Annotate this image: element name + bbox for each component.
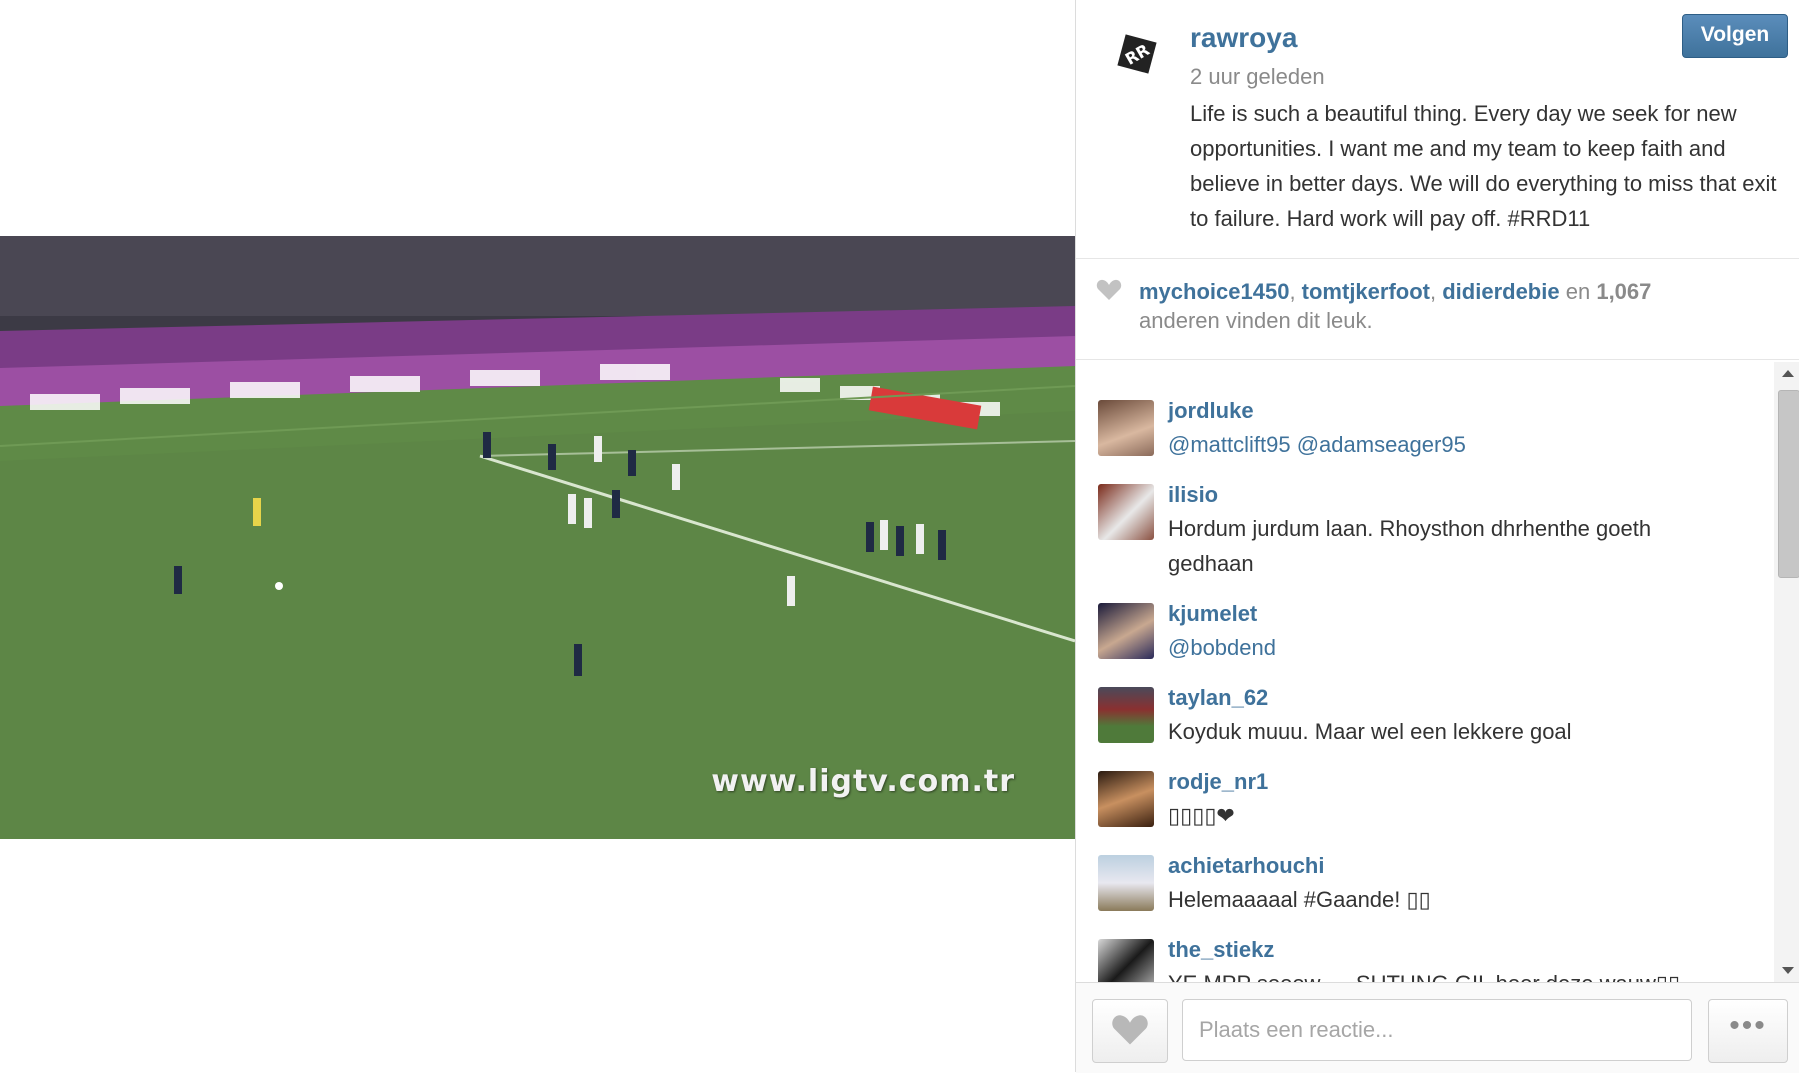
avatar[interactable]: [1098, 855, 1154, 911]
comment-text: YE MPP sooow..... SUTUNG GIL hoor deze w…: [1168, 966, 1728, 982]
comment-username[interactable]: ilisio: [1168, 482, 1218, 508]
post-caption: Life is such a beautiful thing. Every da…: [1190, 101, 1777, 231]
comment-text: Helemaaaaal #Gaande! ▯▯: [1168, 887, 1431, 912]
liker-link[interactable]: didierdebie: [1442, 279, 1559, 304]
avatar[interactable]: [1098, 603, 1154, 659]
comment-text: Hordum jurdum laan. Rhoysthon dhrhenthe …: [1168, 516, 1652, 576]
avatar[interactable]: [1098, 400, 1154, 456]
likes-suffix: anderen vinden dit leuk.: [1139, 308, 1373, 333]
scroll-up-arrow-icon[interactable]: [1782, 370, 1794, 377]
comment-mention[interactable]: @mattclift95 @adamseager95: [1168, 432, 1466, 457]
comment-text: ▯▯▯▯❤: [1168, 803, 1235, 828]
likes-connector: en: [1565, 279, 1591, 304]
comment-list: jordluke @mattclift95 @adamseager95 ilis…: [1076, 360, 1776, 982]
video-frame: [0, 236, 1075, 839]
follow-button[interactable]: Volgen: [1682, 14, 1788, 58]
more-options-icon: •••: [1729, 1009, 1767, 1042]
likes-text: mychoice1450, tomtjkerfoot, didierdebie …: [1139, 279, 1652, 333]
comment-text: @bobdend: [1168, 630, 1728, 665]
liker-link[interactable]: tomtjkerfoot: [1302, 279, 1430, 304]
comment-mention[interactable]: @bobdend: [1168, 635, 1276, 660]
comment-username[interactable]: kjumelet: [1168, 601, 1257, 627]
liker-link[interactable]: mychoice1450: [1139, 279, 1289, 304]
post-timestamp: 2 uur geleden: [1190, 64, 1325, 89]
brand-logo-icon: RR: [1117, 34, 1157, 74]
scroll-thumb[interactable]: [1778, 390, 1799, 578]
avatar[interactable]: [1098, 484, 1154, 540]
heart-icon: [1096, 279, 1122, 300]
likes-count[interactable]: 1,067: [1596, 279, 1651, 304]
video-player[interactable]: www.ligtv.com.tr: [0, 236, 1075, 839]
avatar[interactable]: [1098, 687, 1154, 743]
avatar[interactable]: [1098, 939, 1154, 982]
comment-username[interactable]: achietarhouchi: [1168, 853, 1324, 879]
comment-username[interactable]: rodje_nr1: [1168, 769, 1268, 795]
comment-username[interactable]: jordluke: [1168, 398, 1254, 424]
post-username[interactable]: rawroya: [1190, 22, 1297, 54]
video-watermark: www.ligtv.com.tr: [711, 764, 1015, 799]
post-header: RR rawroya 2 uur geleden Life is such a …: [1076, 0, 1799, 259]
heart-icon: [1112, 1015, 1148, 1045]
comment-text: @mattclift95 @adamseager95: [1168, 427, 1728, 462]
likes-summary: mychoice1450, tomtjkerfoot, didierdebie …: [1076, 259, 1799, 360]
avatar[interactable]: RR: [1107, 24, 1167, 84]
more-options-button[interactable]: •••: [1708, 999, 1788, 1063]
comments-scrollbar[interactable]: [1774, 362, 1799, 982]
comment-text: Koyduk muuu. Maar wel een lekkere goal: [1168, 719, 1572, 744]
comment-username[interactable]: the_stiekz: [1168, 937, 1274, 963]
avatar[interactable]: [1098, 771, 1154, 827]
like-button[interactable]: [1092, 999, 1168, 1063]
comment-input[interactable]: [1182, 999, 1692, 1061]
comment-username[interactable]: taylan_62: [1168, 685, 1268, 711]
media-area: www.ligtv.com.tr: [0, 0, 1075, 1072]
comment-bar: •••: [1076, 982, 1799, 1073]
post-sidebar: RR rawroya 2 uur geleden Life is such a …: [1075, 0, 1799, 1073]
scroll-down-arrow-icon[interactable]: [1782, 967, 1794, 974]
